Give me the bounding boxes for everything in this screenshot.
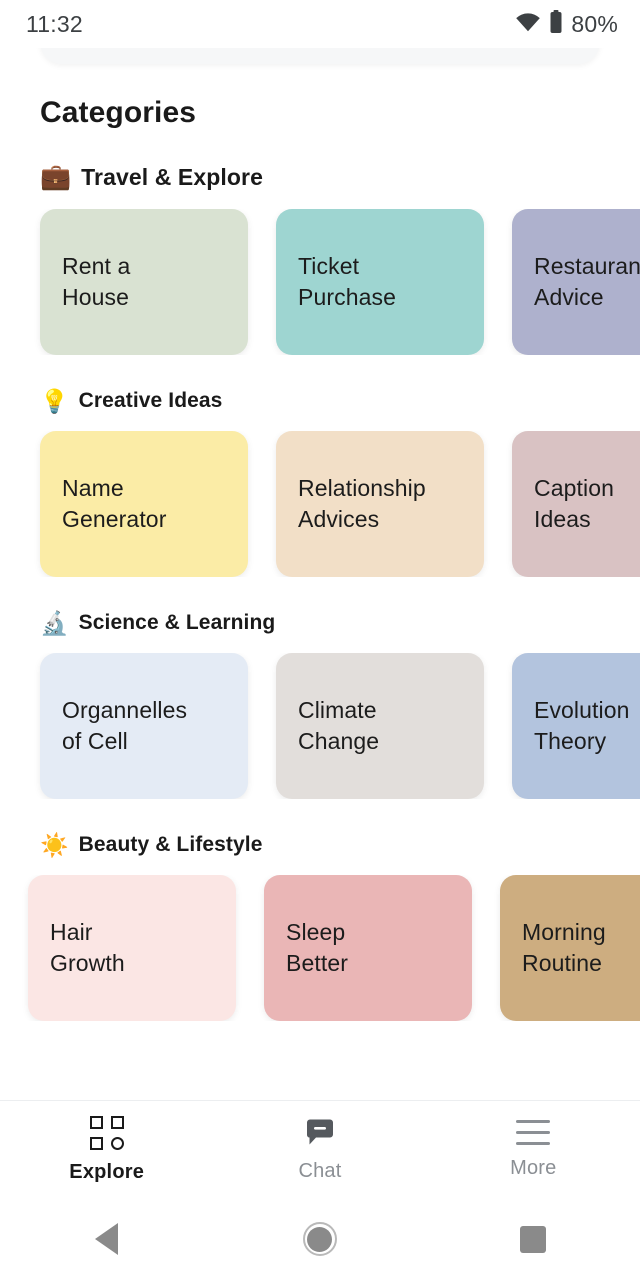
category-card[interactable]: Sleep Better [264,875,472,1021]
section-header: 💼 Travel & Explore [40,164,640,191]
app-root: 11:32 80% Categories 💼 Travel & Explore Re… [0,0,640,1280]
category-card-row[interactable]: Hair Growth Sleep Better Morning Routine [0,875,640,1021]
category-card-label: Relationship Advices [298,475,426,532]
category-card[interactable]: Hair Growth [28,875,236,1021]
status-indicators: 80% [515,9,618,39]
microscope-icon: 🔬 [40,609,69,636]
category-card-label: Name Generator [62,475,167,532]
category-card-label: Climate Change [298,697,380,754]
section-header: ☀️ Beauty & Lifestyle [40,833,640,857]
tab-more-label: More [510,1156,557,1179]
category-card[interactable]: Caption Ideas [512,431,640,577]
category-card-label: Ticket Purchase [298,253,396,310]
tab-chat[interactable]: Chat [213,1117,426,1183]
wifi-icon [515,12,541,37]
category-card[interactable]: Restaurant Advice [512,209,640,355]
category-card-label: Hair Growth [50,919,125,976]
section-header: 💡 Creative Ideas [40,389,640,413]
hamburger-menu-icon [516,1119,551,1146]
section-label: Beauty & Lifestyle [78,833,263,856]
tab-more[interactable]: More [427,1119,640,1180]
chat-bubble-icon [304,1117,336,1149]
section-header: 🔬 Science & Learning [40,611,640,635]
system-navigation-bar [0,1198,640,1280]
category-section: ☀️ Beauty & Lifestyle Hair Growth Sleep Bet… [0,833,640,1021]
bottom-tab-bar: Explore Chat More [0,1100,640,1198]
section-label: Science & Learning [78,611,276,634]
status-time: 11:32 [26,10,83,37]
battery-percent: 80% [571,10,618,37]
category-card-row[interactable]: Rent a House Ticket Purchase Restaurant Ad… [0,209,640,355]
lightbulb-icon: 💡 [40,387,69,414]
category-card-label: Restaurant Advice [534,253,640,310]
scrolled-card-peek [40,48,600,64]
category-card-row[interactable]: Name Generator Relationship Advices Captio… [0,431,640,577]
category-section: 🔬 Science & Learning Organnelles of Cell Cl… [0,611,640,799]
category-card-row[interactable]: Organnelles of Cell Climate Change Evoluti… [0,653,640,799]
tab-explore[interactable]: Explore [0,1115,213,1184]
grid-icon [89,1115,124,1150]
categories-scroll-area[interactable]: Categories 💼 Travel & Explore Rent a House… [0,48,640,1100]
recents-button[interactable] [427,1225,640,1253]
back-button[interactable] [0,1223,213,1255]
section-label: Travel & Explore [81,164,263,190]
category-card[interactable]: Evolution Theory [512,653,640,799]
category-card[interactable]: Climate Change [276,653,484,799]
category-card[interactable]: Relationship Advices [276,431,484,577]
home-button[interactable] [213,1222,426,1256]
section-label: Creative Ideas [78,389,223,412]
category-card-label: Evolution Theory [534,697,630,754]
category-card-label: Morning Routine [522,919,606,976]
category-card[interactable]: Morning Routine [500,875,640,1021]
category-section: 💡 Creative Ideas Name Generator Relationshi… [0,389,640,577]
category-card[interactable]: Name Generator [40,431,248,577]
sun-icon: ☀️ [40,831,69,858]
category-card[interactable]: Ticket Purchase [276,209,484,355]
category-card[interactable]: Rent a House [40,209,248,355]
briefcase-icon: 💼 [40,163,72,191]
category-section: 💼 Travel & Explore Rent a House Ticket Purc… [0,164,640,355]
battery-icon [549,9,563,39]
tab-explore-label: Explore [69,1160,145,1183]
tab-chat-label: Chat [298,1159,342,1182]
category-card-label: Caption Ideas [534,475,614,532]
category-card-label: Rent a House [62,253,131,310]
category-card-label: Sleep Better [286,919,348,976]
category-card-label: Organnelles of Cell [62,697,188,754]
status-bar: 11:32 80% [0,0,640,48]
page-title: Categories [40,96,197,129]
category-card[interactable]: Organnelles of Cell [40,653,248,799]
category-sections: 💼 Travel & Explore Rent a House Ticket Purc… [0,164,640,1021]
